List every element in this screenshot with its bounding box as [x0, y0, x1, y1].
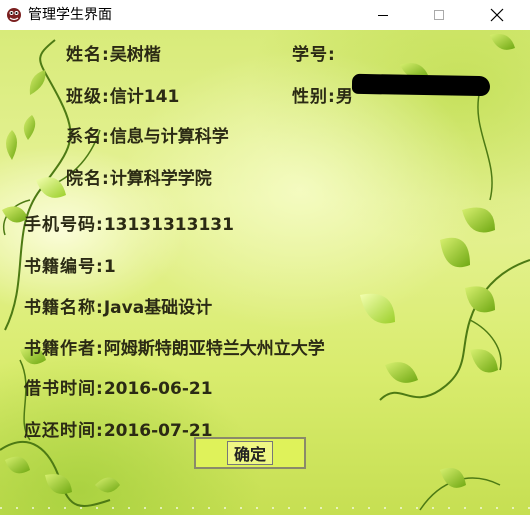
book-author-row: 书籍作者:阿姆斯特朗亚特兰大州立大学	[24, 338, 325, 360]
college-value: 计算科学学院	[109, 169, 212, 189]
phone-row: 手机号码:13131313131	[24, 214, 234, 236]
class-value: 信计141	[109, 87, 180, 107]
book-title-label: 书籍名称:	[24, 298, 104, 318]
book-title-row: 书籍名称:Java基础设计	[24, 297, 212, 319]
maximize-icon	[434, 10, 444, 20]
name-row: 姓名:吴树楷	[66, 44, 161, 66]
book-number-row: 书籍编号:1	[24, 256, 116, 278]
book-author-value: 阿姆斯特朗亚特兰大州立大学	[103, 339, 325, 359]
gender-row: 性别:男	[292, 86, 353, 108]
content-area: 姓名:吴树楷 学号: 班级:信计141 性别:男 系名:信息与计算科学 院名:计…	[0, 30, 530, 515]
close-button[interactable]	[474, 0, 520, 30]
student-management-window: 管理学生界面 姓名:吴树楷 学号: 班级:信计141 性别:男 系名:信息与计算…	[0, 0, 530, 515]
student-id-label: 学号:	[292, 45, 336, 65]
department-row: 系名:信息与计算科学	[66, 126, 229, 148]
class-row: 班级:信计141	[66, 86, 179, 108]
class-label: 班级:	[66, 87, 110, 107]
name-label: 姓名:	[66, 45, 110, 65]
confirm-button[interactable]: 确定	[194, 437, 306, 469]
student-id-row: 学号:	[292, 44, 336, 66]
college-row: 院名:计算科学学院	[66, 168, 212, 190]
name-value: 吴树楷	[109, 45, 161, 65]
gender-value: 男	[335, 87, 353, 107]
borrow-date-row: 借书时间:2016-06-21	[24, 378, 213, 400]
app-icon	[7, 8, 21, 22]
phone-label: 手机号码:	[24, 215, 104, 235]
college-label: 院名:	[66, 169, 110, 189]
minimize-icon	[378, 15, 388, 16]
title-bar[interactable]: 管理学生界面	[0, 0, 530, 30]
department-value: 信息与计算科学	[109, 127, 229, 147]
borrow-date-label: 借书时间:	[24, 379, 104, 399]
book-number-label: 书籍编号:	[24, 257, 104, 277]
book-title-value: Java基础设计	[103, 298, 213, 318]
redacted-student-id	[351, 73, 491, 97]
minimize-button[interactable]	[360, 0, 406, 30]
phone-value: 13131313131	[103, 215, 234, 235]
book-author-label: 书籍作者:	[24, 339, 104, 359]
book-number-value: 1	[103, 257, 116, 277]
window-title: 管理学生界面	[28, 7, 112, 23]
due-date-row: 应还时间:2016-07-21	[24, 420, 213, 442]
department-label: 系名:	[66, 127, 110, 147]
maximize-button[interactable]	[416, 0, 462, 30]
gender-label: 性别:	[292, 87, 336, 107]
close-icon	[490, 8, 504, 22]
confirm-button-label: 确定	[227, 441, 273, 465]
due-date-label: 应还时间:	[24, 421, 104, 441]
borrow-date-value: 2016-06-21	[103, 379, 213, 399]
